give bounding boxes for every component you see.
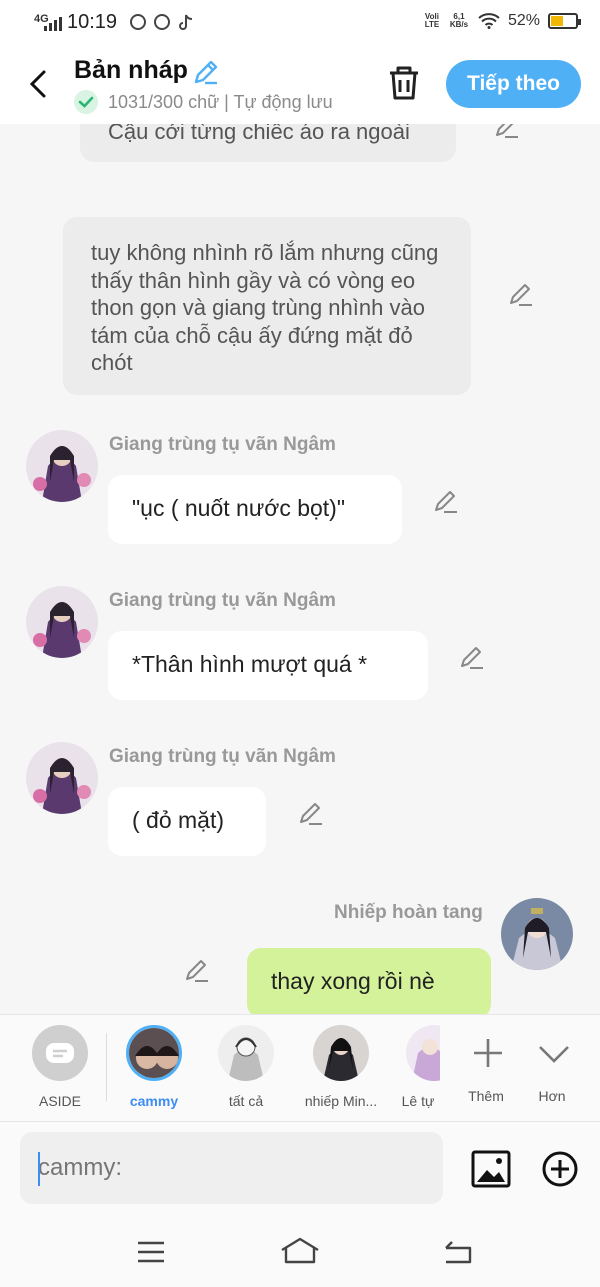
chat-area[interactable]: Cậu cởi từng chiếc áo ra ngoài tuy không… xyxy=(0,124,600,1014)
character-all[interactable]: tất cả xyxy=(216,1025,276,1109)
edit-message-icon[interactable] xyxy=(508,282,534,308)
back-nav-icon[interactable] xyxy=(442,1238,474,1264)
edit-title-icon[interactable] xyxy=(192,58,220,86)
avatar[interactable] xyxy=(26,586,98,658)
edit-message-icon[interactable] xyxy=(433,489,459,515)
messenger-icon xyxy=(154,14,170,30)
saved-check-icon xyxy=(74,90,98,114)
plus-icon xyxy=(474,1039,502,1067)
page-title: Bản nháp xyxy=(74,56,188,84)
sender-name: Giang trùng tụ vãn Ngâm xyxy=(109,590,336,611)
character-label: nhiếp Min... xyxy=(304,1093,378,1109)
character-label: cammy xyxy=(129,1093,179,1109)
add-character-button[interactable]: Thêm xyxy=(460,1025,512,1104)
message-text: ( đỏ mặt) xyxy=(132,807,225,833)
avatar[interactable] xyxy=(26,742,98,814)
word-count-status: 1031/300 chữ | Tự động lưu xyxy=(108,92,333,112)
message-text: thay xong rồi nè xyxy=(271,968,435,994)
wifi-icon xyxy=(478,13,500,29)
message-text: *Thân hình mượt quá * xyxy=(132,651,368,677)
character-aside[interactable]: ASIDE xyxy=(30,1025,90,1109)
character-nhiep-min[interactable]: nhiếp Min... xyxy=(298,1025,384,1109)
trash-icon[interactable] xyxy=(386,64,422,102)
message-bubble[interactable]: ( đỏ mặt) xyxy=(108,787,266,856)
battery-percent: 52% xyxy=(507,12,540,29)
character-selector: ASIDE cammy tất cả nhiếp Min... Lê tự Th… xyxy=(0,1014,600,1122)
edit-message-icon[interactable] xyxy=(184,958,210,984)
avatar[interactable] xyxy=(26,430,98,502)
avatar xyxy=(313,1025,369,1081)
sender-name: Giang trùng tụ vãn Ngâm xyxy=(109,434,336,455)
avatar xyxy=(406,1025,440,1081)
edit-message-icon[interactable] xyxy=(298,801,324,827)
sender-name: Giang trùng tụ vãn Ngâm xyxy=(109,746,336,767)
notification-icons xyxy=(130,14,194,32)
menu-icon[interactable] xyxy=(136,1240,166,1264)
character-le-tu[interactable]: Lê tự xyxy=(396,1025,440,1109)
divider xyxy=(106,1033,107,1101)
home-icon[interactable] xyxy=(280,1236,320,1266)
back-icon[interactable] xyxy=(24,66,54,102)
aside-icon xyxy=(32,1025,88,1081)
header: Bản nháp 1031/300 chữ | Tự động lưu Tiếp… xyxy=(0,46,600,124)
text-cursor xyxy=(38,1152,40,1186)
message-text: tuy không nhình rõ lắm nhưng cũng thấy t… xyxy=(91,240,439,375)
add-circle-icon[interactable] xyxy=(541,1150,579,1188)
narration-bubble[interactable]: Cậu cởi từng chiếc áo ra ngoài xyxy=(80,124,456,162)
volte-label: Voli LTE xyxy=(424,12,440,29)
message-input[interactable] xyxy=(20,1132,443,1204)
battery-icon xyxy=(548,13,581,29)
avatar[interactable] xyxy=(501,898,573,970)
system-nav-bar xyxy=(0,1214,600,1287)
message-bubble[interactable]: thay xong rồi nè xyxy=(247,948,491,1014)
sender-name: Nhiếp hoàn tang xyxy=(334,902,483,923)
message-text: Cậu cởi từng chiếc áo ra ngoài xyxy=(108,124,410,144)
speed-label: 6,1 KB/s xyxy=(449,12,469,29)
more-characters-button[interactable]: Hơn xyxy=(526,1025,578,1104)
browser-icon xyxy=(130,14,146,30)
character-label: tất cả xyxy=(228,1093,264,1109)
character-label: Thêm xyxy=(468,1088,504,1104)
character-cammy[interactable]: cammy xyxy=(122,1025,186,1109)
narration-bubble[interactable]: tuy không nhình rõ lắm nhưng cũng thấy t… xyxy=(63,217,471,395)
avatar xyxy=(126,1025,182,1081)
input-bar xyxy=(0,1122,600,1214)
message-bubble[interactable]: "ục ( nuốt nước bọt)" xyxy=(108,475,402,544)
avatar xyxy=(218,1025,274,1081)
chevron-down-icon xyxy=(539,1046,569,1063)
character-label: Hơn xyxy=(538,1088,566,1104)
message-bubble[interactable]: *Thân hình mượt quá * xyxy=(108,631,428,700)
edit-message-icon[interactable] xyxy=(459,645,485,671)
character-label: ASIDE xyxy=(38,1093,81,1109)
clock: 10:19 xyxy=(67,11,118,33)
next-button[interactable]: Tiếp theo xyxy=(446,60,581,108)
tiktok-icon xyxy=(179,14,193,30)
signal-icon xyxy=(44,17,62,31)
character-label: Lê tự xyxy=(401,1093,435,1109)
image-icon[interactable] xyxy=(471,1150,511,1188)
edit-message-icon[interactable] xyxy=(494,124,520,140)
message-text: "ục ( nuốt nước bọt)" xyxy=(132,495,346,521)
status-bar: 4G 10:19 Voli LTE 6,1 KB/s 52% xyxy=(0,0,600,46)
